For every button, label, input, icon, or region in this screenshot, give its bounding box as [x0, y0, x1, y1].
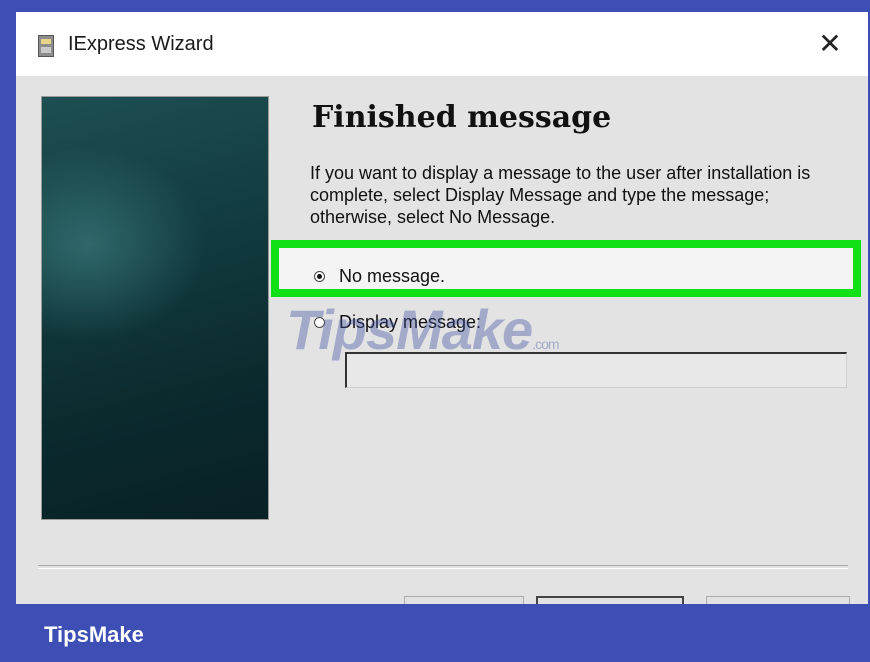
cancel-button[interactable] [706, 596, 850, 604]
wizard-side-image [41, 96, 269, 520]
page-heading: Finished message [312, 100, 612, 135]
watermark-suffix: .com [532, 336, 559, 352]
watermark: TipsMake.com [286, 297, 560, 362]
window-title: IExpress Wizard [68, 33, 214, 55]
watermark-text: TipsMake [286, 298, 533, 361]
title-bar: IExpress Wizard ✕ [16, 12, 868, 76]
iexpress-wizard-dialog: IExpress Wizard ✕ Finished message If yo… [16, 12, 868, 604]
app-icon [38, 35, 54, 57]
page-description: If you want to display a message to the … [310, 163, 811, 227]
back-button[interactable] [404, 596, 524, 604]
footer-banner: TipsMake [0, 604, 870, 662]
no-message-option[interactable]: No message. [314, 266, 445, 287]
next-button[interactable] [536, 596, 684, 604]
footer-brand: TipsMake [44, 622, 144, 647]
no-message-label: No message. [339, 266, 446, 286]
divider [38, 565, 848, 569]
close-button[interactable]: ✕ [808, 24, 852, 64]
no-message-radio[interactable] [314, 271, 325, 282]
